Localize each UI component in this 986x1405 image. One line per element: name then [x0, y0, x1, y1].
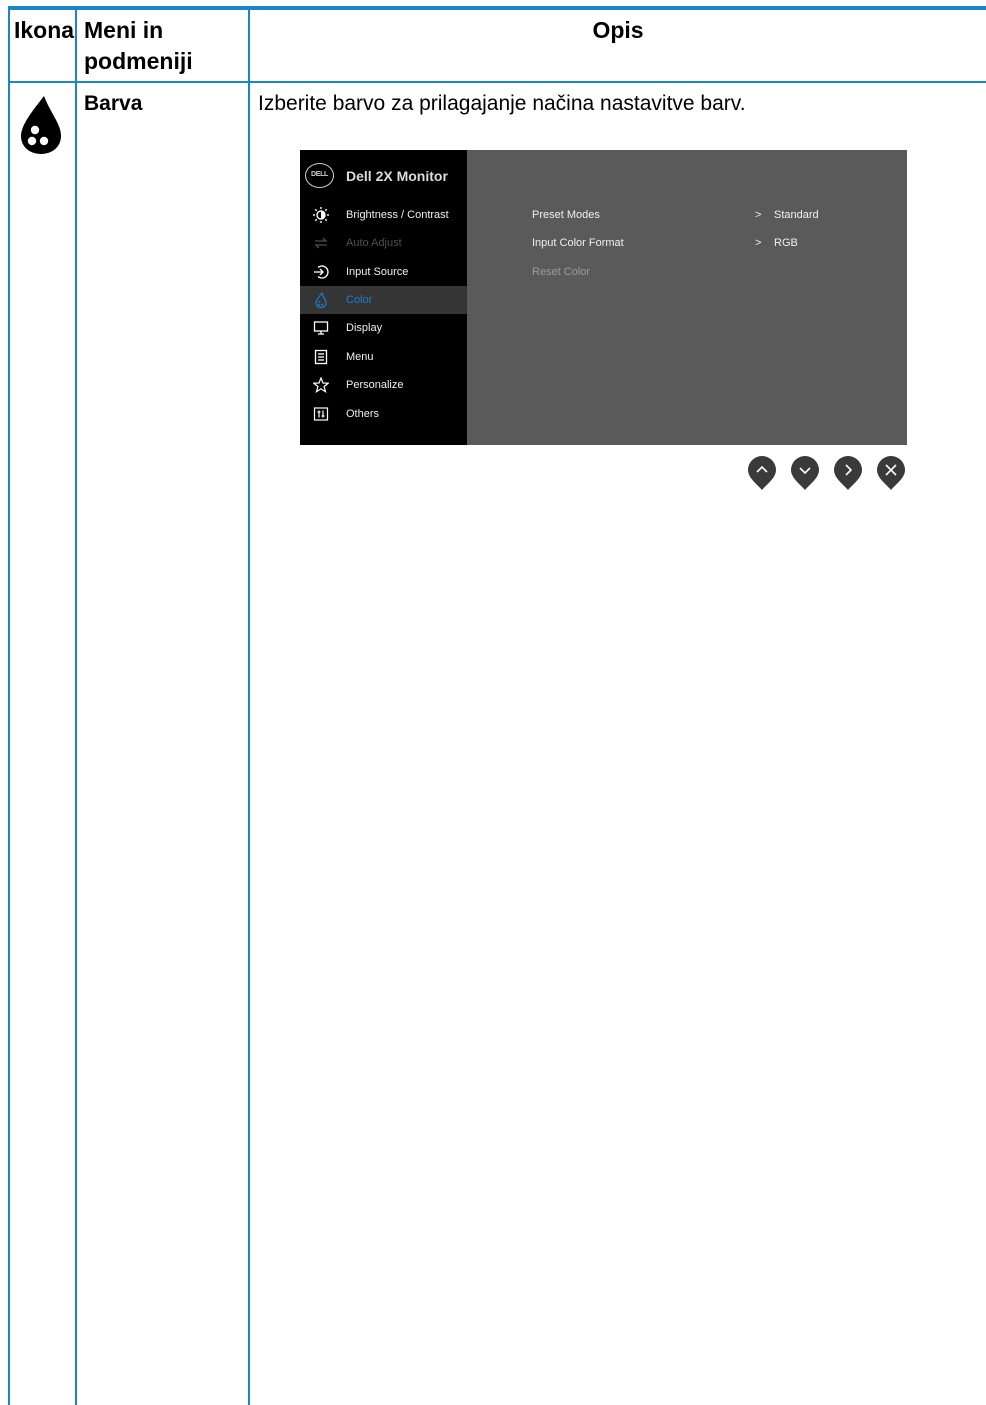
osd-menu-color[interactable]: Color: [300, 286, 467, 314]
star-icon: [313, 377, 329, 393]
osd-menu-label: Menu: [346, 351, 374, 363]
others-icon: [313, 407, 329, 421]
brightness-icon: [313, 207, 329, 223]
submenu-input-color-format[interactable]: Input Color Format: [532, 236, 624, 250]
osd-menu-others[interactable]: Others: [300, 400, 467, 428]
submenu-arrow: >: [755, 237, 762, 249]
osd-title: Dell 2X Monitor: [346, 168, 448, 184]
submenu-reset-color[interactable]: Reset Color: [532, 265, 590, 279]
down-button[interactable]: [790, 455, 820, 491]
osd-menu-label: Personalize: [346, 379, 404, 391]
osd-menu-personalize[interactable]: Personalize: [300, 371, 467, 399]
submenu-value-input-color-format: RGB: [774, 237, 798, 249]
osd-menu-display[interactable]: Display: [300, 314, 467, 342]
submenu-value-preset-modes: Standard: [774, 209, 819, 221]
table-header-divider: [8, 81, 986, 83]
table-border-left: [8, 8, 10, 1405]
osd-menu-menu[interactable]: Menu: [300, 343, 467, 371]
osd-menu-label: Others: [346, 408, 380, 420]
osd-sidebar: DELL Dell 2X Monitor Brightness / Contra…: [300, 150, 467, 445]
close-button[interactable]: [876, 455, 906, 491]
color-icon: [315, 292, 327, 308]
table-top-border: [8, 6, 986, 10]
menu-icon: [314, 349, 328, 365]
osd-menu-label: Input Source: [346, 266, 409, 278]
osd-menu-label: Auto Adjust: [346, 237, 402, 249]
osd-menu-brightness-contrast[interactable]: Brightness / Contrast: [300, 201, 467, 229]
menu-item-label: Barva: [84, 92, 143, 115]
up-button[interactable]: [747, 455, 777, 491]
osd-menu-label: Display: [346, 322, 383, 334]
header-icon: Ikona: [14, 17, 75, 43]
osd-panel: DELL Dell 2X Monitor Brightness / Contra…: [300, 150, 907, 445]
table-border-col2: [248, 8, 250, 1405]
header-menu: Meni in podmeniji: [84, 17, 193, 74]
input-source-icon: [314, 265, 329, 279]
display-icon: [313, 321, 329, 335]
auto-adjust-icon: [314, 237, 328, 249]
color-drop-icon: [21, 96, 61, 154]
osd-menu-label: Brightness / Contrast: [346, 209, 449, 221]
right-button[interactable]: [833, 455, 863, 491]
table-border-col1: [75, 8, 77, 1405]
osd-menu-label: Color: [346, 294, 373, 306]
header-description: Opis: [592, 17, 644, 43]
osd-menu-input-source[interactable]: Input Source: [300, 258, 467, 286]
description-text: Izberite barvo za prilagajanje načina na…: [258, 92, 746, 115]
submenu-arrow: >: [755, 209, 762, 221]
osd-menu-auto-adjust: Auto Adjust: [300, 229, 467, 257]
dell-logo: DELL: [305, 163, 334, 188]
submenu-preset-modes[interactable]: Preset Modes: [532, 208, 600, 222]
